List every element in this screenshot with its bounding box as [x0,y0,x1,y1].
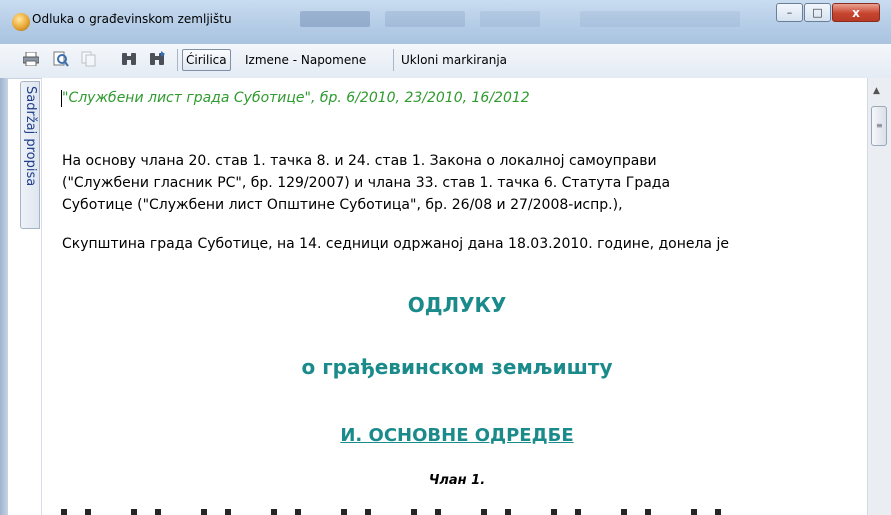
title-bar[interactable]: Odluka o građevinskom zemljištu – □ x [0,0,891,45]
decision-subtitle: о грађевинском земљишту [301,355,613,379]
sadrzaj-propisa-label: Sadržaj propisa [23,86,38,187]
preamble-line: Суботице ("Службени лист Општине Суботиц… [62,197,623,213]
binoculars-icon[interactable] [120,50,138,68]
app-globe-icon [12,13,30,31]
grip-icon: ≡ [876,121,883,130]
binoculars-next-icon[interactable] [148,50,166,68]
close-button[interactable]: x [832,3,880,22]
cirilica-button[interactable]: Ćirilica [182,49,231,71]
toolbar-separator [177,49,178,71]
ukloni-markiranja-button[interactable]: Ukloni markiranja [398,49,510,71]
copy-icon[interactable] [80,50,98,68]
preamble-line: На основу члана 20. став 1. тачка 8. и 2… [62,153,657,169]
scroll-up-arrow-icon[interactable]: ▲ [873,86,880,96]
close-icon: x [852,5,860,20]
preamble-line: ("Службени гласник РС", бр. 129/2007) и … [62,175,671,191]
vertical-scrollbar[interactable]: ▲ ≡ [867,78,891,515]
print-preview-icon[interactable] [52,50,70,68]
article-heading: Члан 1. [428,473,486,488]
gazette-reference: "Службени лист града Суботице", бр. 6/20… [62,90,530,106]
partially-visible-text-line [61,509,761,515]
taskbar-ghost [385,11,465,27]
minimize-button[interactable]: – [776,3,803,22]
toolbar-separator [393,49,394,71]
maximize-icon: □ [812,6,823,19]
print-icon[interactable] [22,50,40,68]
window-title: Odluka o građevinskom zemljištu [32,12,232,26]
sadrzaj-propisa-tab[interactable]: Sadržaj propisa [20,81,40,229]
left-frame-edge [0,78,8,515]
document-view[interactable]: "Службени лист града Суботице", бр. 6/20… [41,78,868,515]
taskbar-ghost [480,11,540,27]
assembly-statement: Скупштина града Суботице, на 14. седници… [62,236,729,252]
scroll-thumb[interactable]: ≡ [871,106,887,146]
maximize-button[interactable]: □ [804,3,831,22]
taskbar-ghost [300,11,370,27]
taskbar-ghost [580,11,740,27]
chapter-heading[interactable]: И. ОСНОВНЕ ОДРЕДБЕ [42,425,872,446]
minimize-icon: – [786,6,793,19]
application-window: Odluka o građevinskom zemljištu – □ x Ći… [0,0,891,515]
decision-title: ОДЛУКУ [407,293,507,317]
izmene-napomene-button[interactable]: Izmene - Napomene [242,49,369,71]
